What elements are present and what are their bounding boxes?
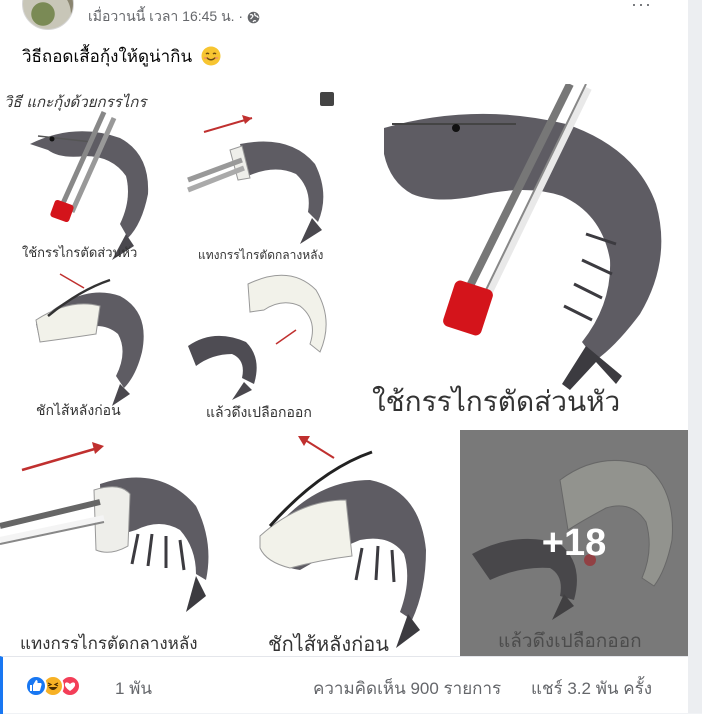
caption-text: วิธีถอดเสื้อกุ้งให้ดูน่ากิน — [22, 47, 193, 66]
photo-infographic[interactable]: วิธี แกะกุ้งด้วยกรรไกร ใช้กรรไกรตัดส่วนห… — [0, 84, 352, 426]
photo-grid: วิธี แกะกุ้งด้วยกรรไกร ใช้กรรไกรตัดส่วนห… — [0, 84, 688, 656]
more-options-icon[interactable]: ··· — [631, 0, 652, 15]
infographic-title: วิธี แกะกุ้งด้วยกรรไกร — [4, 93, 147, 111]
photo-peel-shell-more[interactable]: แล้วดึงเปลือกออก +18 — [460, 430, 688, 656]
post-header: เมื่อวานนี้ เวลา 16:45 น. · ··· — [0, 0, 688, 34]
more-photos-count[interactable]: +18 — [460, 522, 688, 565]
scrollbar-track[interactable] — [688, 0, 702, 713]
photo-cut-head[interactable]: ใช้กรรไกรตัดส่วนหัว — [356, 84, 688, 426]
like-icon — [25, 675, 47, 697]
post-footer: 1 พัน ความคิดเห็น 900 รายการ แชร์ 3.2 พั… — [0, 656, 691, 714]
infographic-step4-label: แล้วดึงเปลือกออก — [206, 405, 312, 421]
post-timestamp[interactable]: เมื่อวานนี้ เวลา 16:45 น. · — [88, 6, 243, 28]
reaction-count[interactable]: 1 พัน — [115, 675, 152, 702]
cut-head-label: ใช้กรรไกรตัดส่วนหัว — [372, 385, 621, 418]
cut-back-drawing — [0, 442, 209, 612]
infographic-step3-label: ชักไส้หลังก่อน — [36, 403, 121, 419]
smiling-face-emoji-icon — [201, 46, 221, 66]
globe-icon — [247, 11, 260, 24]
pull-vein-label: ชักไส้หลังก่อน — [268, 632, 389, 656]
cut-back-label: แทงกรรไกรตัดกลางหลัง — [20, 634, 198, 654]
shares-count[interactable]: แชร์ 3.2 พัน ครั้ง — [531, 675, 652, 702]
cut-head-drawing — [384, 84, 662, 390]
pull-vein-drawing — [259, 436, 426, 648]
photo-pull-vein[interactable]: ชักไส้หลังก่อน — [230, 430, 456, 656]
post-caption: วิธีถอดเสื้อกุ้งให้ดูน่ากิน — [22, 43, 221, 70]
comments-count[interactable]: ความคิดเห็น 900 รายการ — [313, 675, 501, 702]
infographic-step1-label: ใช้กรรไกรตัดส่วนหัว — [22, 246, 138, 261]
avatar[interactable] — [22, 0, 74, 30]
photo-cut-back[interactable]: แทงกรรไกรตัดกลางหลัง — [0, 430, 226, 656]
post-card: เมื่อวานนี้ เวลา 16:45 น. · ··· วิธีถอดเ… — [0, 0, 691, 714]
infographic-step2-label: แทงกรรไกรตัดกลางหลัง — [198, 248, 324, 262]
reactions-summary[interactable] — [25, 675, 105, 697]
post-meta: เมื่อวานนี้ เวลา 16:45 น. · — [88, 6, 260, 28]
